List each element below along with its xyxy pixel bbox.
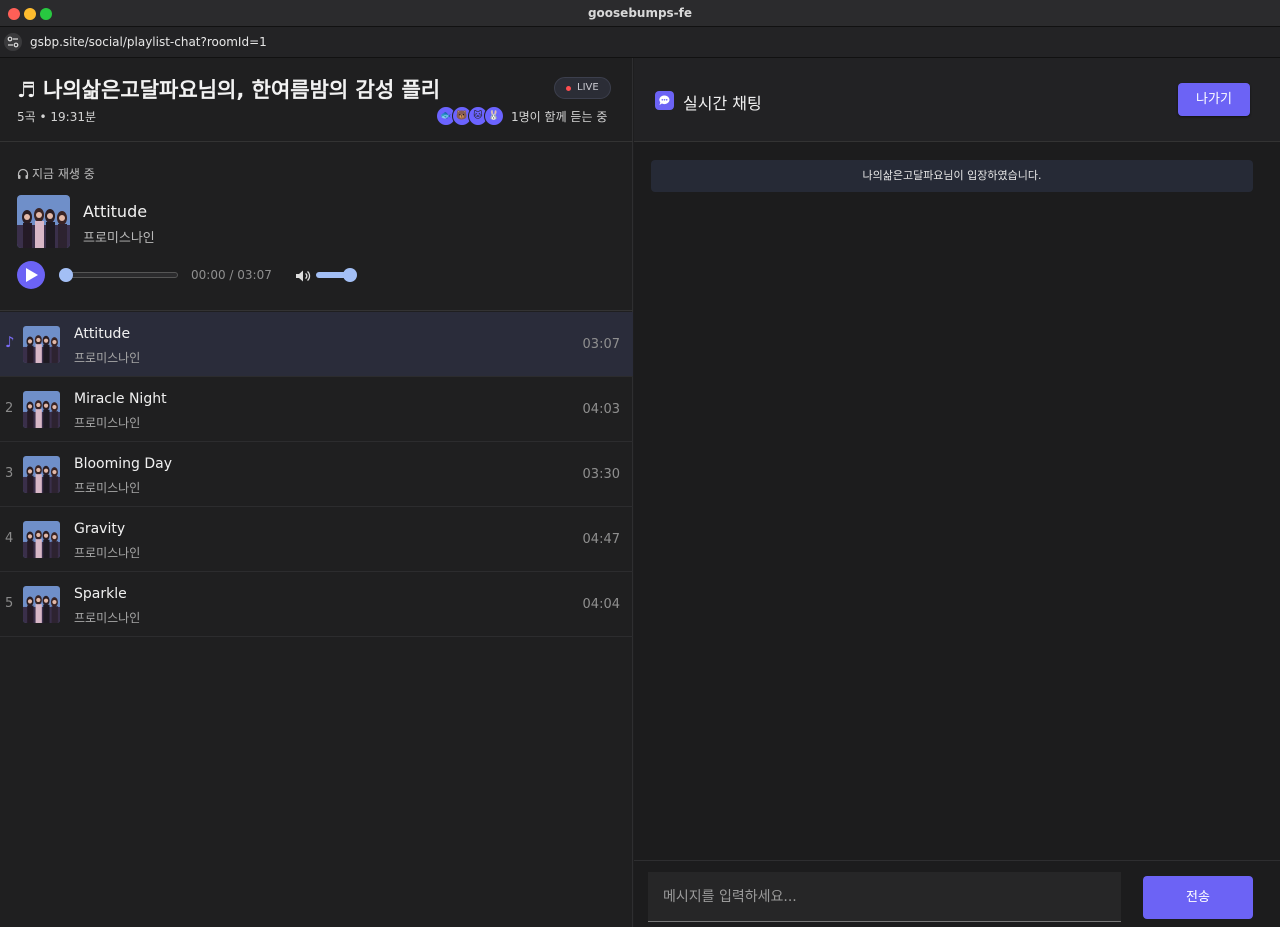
- track-cover: [23, 586, 60, 623]
- play-button[interactable]: [17, 261, 45, 289]
- window-titlebar: goosebumps-fe: [0, 0, 1280, 27]
- album-cover: [17, 195, 70, 248]
- track-number: 4: [5, 531, 14, 546]
- seek-handle[interactable]: [59, 268, 73, 282]
- avatar: 🐰: [484, 106, 504, 126]
- track-cover: [23, 391, 60, 428]
- track-cover: [23, 326, 60, 363]
- track-artist: 프로미스나인: [74, 546, 141, 560]
- track-number: 2: [5, 401, 14, 416]
- track-cover: [23, 521, 60, 558]
- track-row[interactable]: 2 Miracle Night 프로미스나인 04:03: [0, 377, 633, 442]
- now-playing-title: Attitude: [83, 202, 148, 221]
- track-artist: 프로미스나인: [74, 611, 141, 625]
- address-bar: gsbp.site/social/playlist-chat?roomId=1: [0, 27, 1280, 58]
- volume-icon[interactable]: [295, 268, 311, 287]
- music-note-icon: ♬: [17, 78, 36, 102]
- playback-time: 00:00 / 03:07: [191, 268, 272, 282]
- track-cover: [23, 456, 60, 493]
- playlist-title: ♬ 나의삶은고달파요님의, 한여름밤의 감성 플리: [17, 78, 441, 102]
- track-artist: 프로미스나인: [74, 351, 141, 365]
- track-title: Sparkle: [74, 586, 127, 602]
- track-row[interactable]: 5 Sparkle 프로미스나인 04:04: [0, 572, 633, 637]
- chat-input-bar: 전송: [634, 860, 1280, 927]
- listener-avatars: 🐟 🐻 🐱 🐰: [436, 106, 506, 126]
- now-playing-section: 지금 재생 중 Attitude 프로미스나인 00:00 / 03:07: [0, 143, 633, 311]
- track-duration: 03:07: [582, 337, 620, 352]
- live-dot-icon: [566, 86, 571, 91]
- playlist-meta: 5곡 • 19:31분: [17, 110, 97, 124]
- window-title: goosebumps-fe: [587, 6, 693, 20]
- leave-button[interactable]: 나가기: [1178, 83, 1250, 116]
- chat-title: 실시간 채팅: [683, 94, 762, 113]
- url-text[interactable]: gsbp.site/social/playlist-chat?roomId=1: [30, 35, 267, 49]
- chat-bubble-icon: [655, 91, 674, 110]
- track-artist: 프로미스나인: [74, 481, 141, 495]
- message-input[interactable]: [648, 872, 1121, 922]
- live-badge: LIVE: [554, 77, 611, 99]
- headphones-icon: [17, 168, 29, 179]
- track-title: Blooming Day: [74, 456, 173, 472]
- system-message: 나의삶은고달파요님이 입장하였습니다.: [651, 160, 1253, 192]
- now-playing-artist: 프로미스나인: [83, 231, 155, 246]
- track-duration: 03:30: [582, 467, 620, 482]
- track-row[interactable]: ♪ Attitude 프로미스나인 03:07: [0, 312, 633, 377]
- track-title: Miracle Night: [74, 391, 167, 407]
- playlist-panel: ♬ 나의삶은고달파요님의, 한여름밤의 감성 플리 5곡 • 19:31분 LI…: [0, 58, 633, 927]
- track-number: ♪: [5, 333, 15, 351]
- play-icon: [26, 268, 38, 282]
- track-number: 3: [5, 466, 14, 481]
- volume-handle[interactable]: [343, 268, 357, 282]
- track-duration: 04:04: [582, 597, 620, 612]
- track-artist: 프로미스나인: [74, 416, 141, 430]
- site-settings-icon[interactable]: [4, 33, 22, 51]
- seek-bar[interactable]: [62, 272, 178, 278]
- now-playing-label: 지금 재생 중: [17, 165, 95, 182]
- track-row[interactable]: 4 Gravity 프로미스나인 04:47: [0, 507, 633, 572]
- listener-count: 1명이 함께 듣는 중: [511, 110, 608, 124]
- chat-panel: 실시간 채팅 나가기 나의삶은고달파요님이 입장하였습니다. 전송: [634, 58, 1280, 927]
- playlist-header: ♬ 나의삶은고달파요님의, 한여름밤의 감성 플리 5곡 • 19:31분 LI…: [0, 58, 633, 142]
- track-duration: 04:03: [582, 402, 620, 417]
- track-title: Attitude: [74, 326, 131, 342]
- track-duration: 04:47: [582, 532, 620, 547]
- chat-header: 실시간 채팅 나가기: [634, 58, 1280, 142]
- track-title: Gravity: [74, 521, 126, 537]
- send-button[interactable]: 전송: [1143, 876, 1253, 919]
- track-row[interactable]: 3 Blooming Day 프로미스나인 03:30: [0, 442, 633, 507]
- track-number: 5: [5, 596, 14, 611]
- track-list: ♪ Attitude 프로미스나인 03:07 2 Miracle Night 프로미스나인…: [0, 312, 633, 637]
